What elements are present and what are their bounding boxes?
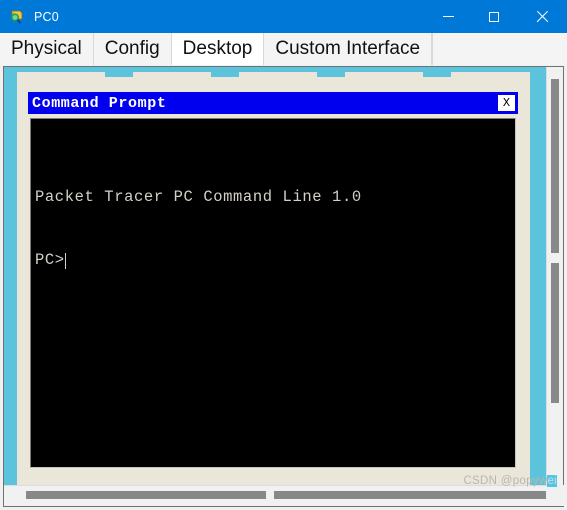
panel-notch-1: [105, 72, 133, 77]
vertical-scrollbar-thumb-lower[interactable]: [551, 263, 559, 403]
horizontal-scrollbar-thumb-left[interactable]: [26, 491, 266, 499]
close-icon: [535, 10, 549, 24]
desktop-content-frame: Command Prompt X Packet Tracer PC Comman…: [3, 66, 565, 507]
tab-desktop[interactable]: Desktop: [171, 33, 265, 65]
tab-physical[interactable]: Physical: [0, 33, 94, 65]
terminal-prompt-line: PC>: [35, 250, 515, 271]
tab-physical-label: Physical: [11, 38, 82, 59]
minimize-button[interactable]: [425, 0, 471, 33]
panel-notch-3: [317, 72, 345, 77]
horizontal-scrollbar[interactable]: [4, 485, 565, 506]
tab-custom-interface-label: Custom Interface: [275, 38, 421, 59]
tab-config[interactable]: Config: [93, 33, 172, 65]
terminal-cursor: [64, 252, 67, 269]
window-title: PC0: [34, 9, 59, 24]
tab-desktop-label: Desktop: [182, 38, 253, 59]
vertical-scrollbar-thumb-upper[interactable]: [551, 79, 559, 253]
minimize-icon: [442, 16, 454, 17]
window-titlebar: PC0: [0, 0, 567, 33]
application-panel: Command Prompt X Packet Tracer PC Comman…: [17, 72, 530, 486]
command-prompt-title: Command Prompt: [32, 94, 167, 112]
pc0-window: PC0 Physical Config Desktop Custom Inter…: [0, 0, 567, 510]
tab-config-label: Config: [104, 38, 160, 59]
watermark: CSDN @popywei: [463, 475, 557, 487]
scrollbar-corner: [547, 485, 565, 506]
vertical-scrollbar[interactable]: [546, 67, 563, 486]
tab-custom-interface[interactable]: Custom Interface: [264, 33, 433, 65]
terminal-prompt: PC>: [35, 251, 65, 269]
terminal-text: Packet Tracer PC Command Line 1.0 PC>: [31, 119, 515, 313]
maximize-icon: [489, 11, 499, 22]
watermark-highlight: ei: [547, 475, 557, 487]
watermark-prefix: CSDN @popyw: [463, 475, 548, 487]
panel-notch-2: [211, 72, 239, 77]
command-prompt-window: Command Prompt X Packet Tracer PC Comman…: [28, 92, 518, 472]
window-controls: [425, 0, 567, 33]
command-prompt-close-button[interactable]: X: [497, 94, 516, 112]
maximize-button[interactable]: [471, 0, 517, 33]
terminal-banner-line: Packet Tracer PC Command Line 1.0: [35, 188, 362, 206]
packet-tracer-pc-icon: [9, 8, 27, 26]
command-prompt-titlebar: Command Prompt X: [28, 92, 518, 114]
tab-bar-filler: [432, 33, 567, 65]
tab-bar: Physical Config Desktop Custom Interface: [0, 33, 567, 65]
desktop-canvas: Command Prompt X Packet Tracer PC Comman…: [4, 67, 547, 486]
horizontal-scrollbar-thumb-right[interactable]: [274, 491, 546, 499]
close-button[interactable]: [517, 0, 567, 33]
terminal-output-area[interactable]: Packet Tracer PC Command Line 1.0 PC>: [30, 118, 516, 468]
panel-notch-4: [423, 72, 451, 77]
